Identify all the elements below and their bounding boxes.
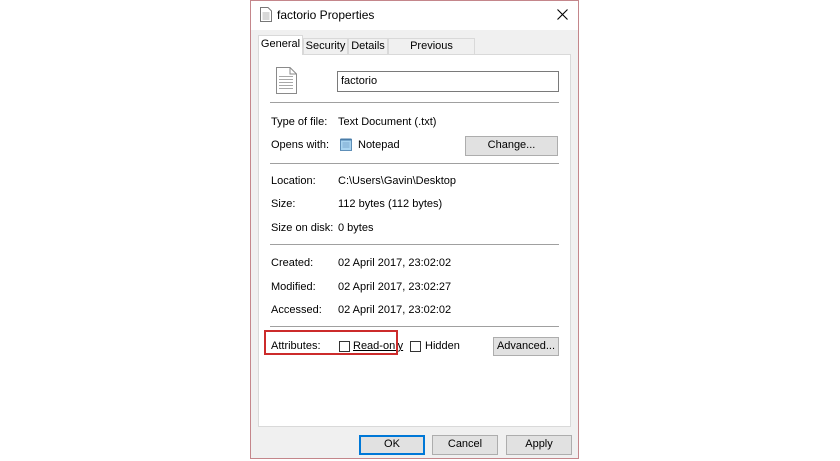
tab-security-label: Security — [305, 40, 346, 52]
window-title: factorio Properties — [277, 8, 375, 22]
created-value: 02 April 2017, 23:02:02 — [338, 257, 452, 269]
location-label: Location: — [271, 175, 316, 187]
modified-value: 02 April 2017, 23:02:27 — [338, 281, 452, 293]
ok-button[interactable]: OK — [359, 435, 425, 455]
apply-button[interactable]: Apply — [506, 435, 572, 455]
text-file-icon — [276, 67, 297, 94]
close-icon — [557, 9, 568, 20]
change-button-label: Change... — [487, 139, 536, 151]
hidden-checkbox[interactable] — [410, 341, 421, 352]
close-button[interactable] — [548, 1, 578, 30]
opens-with-label: Opens with: — [271, 139, 330, 151]
tab-details-label: Details — [351, 40, 385, 52]
advanced-button[interactable]: Advanced... — [493, 337, 559, 356]
cancel-button[interactable]: Cancel — [432, 435, 498, 455]
accessed-label: Accessed: — [271, 304, 322, 316]
location-value: C:\Users\Gavin\Desktop — [338, 175, 456, 187]
document-icon — [260, 7, 272, 22]
separator — [270, 326, 559, 327]
tab-general[interactable]: General — [258, 35, 303, 55]
change-button[interactable]: Change... — [465, 136, 558, 156]
modified-label: Modified: — [271, 281, 316, 293]
accessed-value: 02 April 2017, 23:02:02 — [338, 304, 452, 316]
tab-details[interactable]: Details — [348, 38, 388, 54]
attributes-highlight-box — [264, 330, 398, 355]
file-name-input[interactable]: factorio — [337, 71, 559, 92]
properties-dialog: factorio Properties General Security Det… — [250, 0, 579, 459]
advanced-button-label: Advanced... — [496, 340, 556, 352]
separator — [270, 244, 559, 245]
apply-button-label: Apply — [525, 438, 553, 450]
tab-previous-versions[interactable]: Previous Versions — [388, 38, 475, 67]
hidden-label[interactable]: Hidden — [425, 340, 460, 352]
tab-security[interactable]: Security — [303, 38, 348, 54]
separator — [270, 102, 559, 103]
type-label: Type of file: — [271, 116, 328, 128]
type-value: Text Document (.txt) — [338, 116, 437, 128]
created-label: Created: — [271, 257, 314, 269]
general-panel: factorio Type of file: Text Document (.t… — [258, 54, 571, 427]
cancel-button-label: Cancel — [447, 438, 483, 450]
notepad-icon — [340, 138, 352, 151]
tab-general-label: General — [260, 38, 301, 50]
size-value: 112 bytes (112 bytes) — [338, 198, 443, 210]
size-label: Size: — [271, 198, 296, 210]
ok-button-label: OK — [384, 438, 400, 450]
opens-with-value: Notepad — [358, 139, 400, 151]
separator — [270, 163, 559, 164]
size-on-disk-value: 0 bytes — [338, 222, 374, 234]
title-bar[interactable]: factorio Properties — [251, 1, 578, 30]
size-on-disk-label: Size on disk: — [271, 222, 334, 234]
